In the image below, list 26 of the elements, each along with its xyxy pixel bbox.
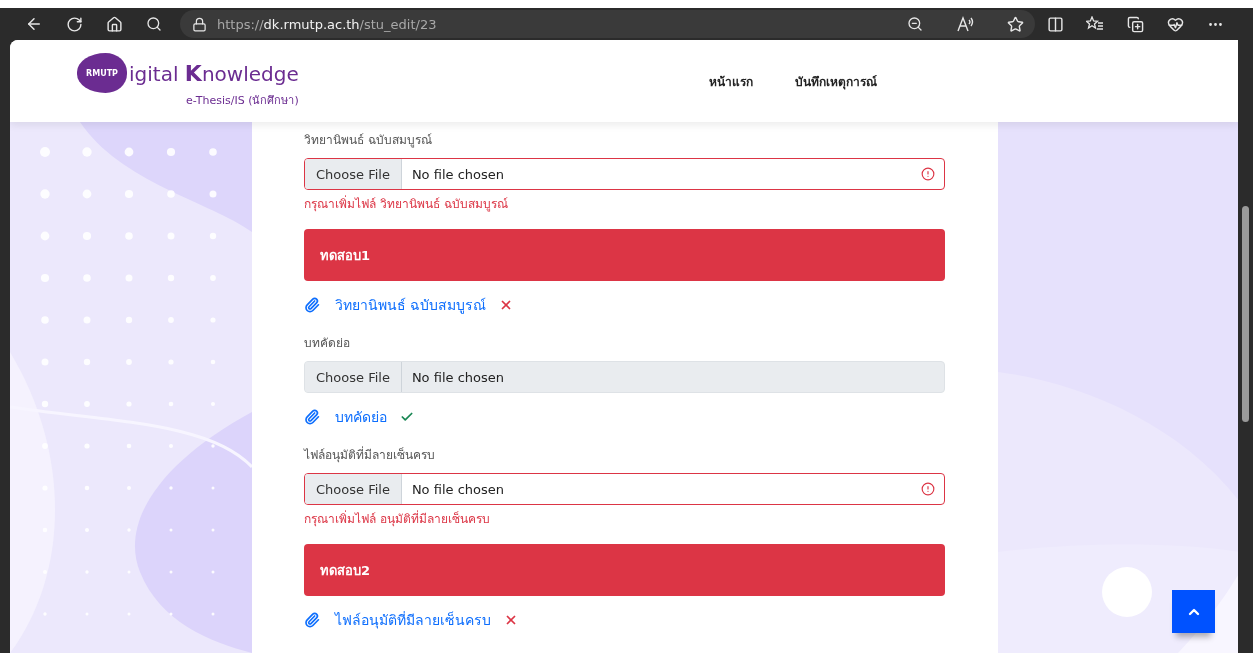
error-message: กรุณาเพิ่มไฟล์ วิทยานิพนธ์ ฉบับสมบูรณ์ <box>304 196 509 212</box>
alert-banner: ทดสอบ1 <box>304 229 945 281</box>
field-label: บทคัดย่อ <box>304 335 351 352</box>
alert-icon <box>921 482 935 496</box>
paperclip-icon <box>304 612 320 628</box>
nav-link[interactable]: หน้าแรก <box>708 71 753 91</box>
file-input[interactable]: Choose File No file chosen <box>304 473 945 505</box>
attachment-link[interactable]: บทคัดย่อ <box>335 406 387 428</box>
paperclip-icon <box>304 297 320 313</box>
alert-banner: ทดสอบ2 <box>304 544 945 596</box>
url-text: https://dk.rmutp.ac.th/stu_edit/23 <box>217 16 438 32</box>
logo-subtitle: e-Thesis/IS (นักศึกษา) <box>186 93 299 109</box>
logo-title: igital Knowledge <box>129 60 299 86</box>
alert-icon <box>921 167 935 181</box>
field-label: วิทยานิพนธ์ ฉบับสมบูรณ์ <box>304 132 433 149</box>
attachment-link[interactable]: ไฟล์อนุมัติที่มีลายเซ็นครบ <box>335 609 491 631</box>
paperclip-icon <box>304 409 320 425</box>
lock-icon <box>192 16 207 32</box>
address-bar[interactable]: https://dk.rmutp.ac.th/stu_edit/23 <box>180 10 1035 38</box>
file-input[interactable]: Choose File No file chosen <box>304 158 945 190</box>
logo-badge: RMUTP <box>77 53 127 93</box>
error-message: กรุณาเพิ่มไฟล์ อนุมัติที่มีลายเซ็นครบ <box>304 511 491 527</box>
scroll-thumb[interactable] <box>1242 206 1249 422</box>
field-label: ไฟล์อนุมัติที่มีลายเซ็นครบ <box>304 446 436 464</box>
attachment-link[interactable]: วิทยานิพนธ์ ฉบับสมบูรณ์ <box>335 294 487 316</box>
nav-link[interactable]: บันทึกเหตุการณ์ <box>794 71 877 91</box>
